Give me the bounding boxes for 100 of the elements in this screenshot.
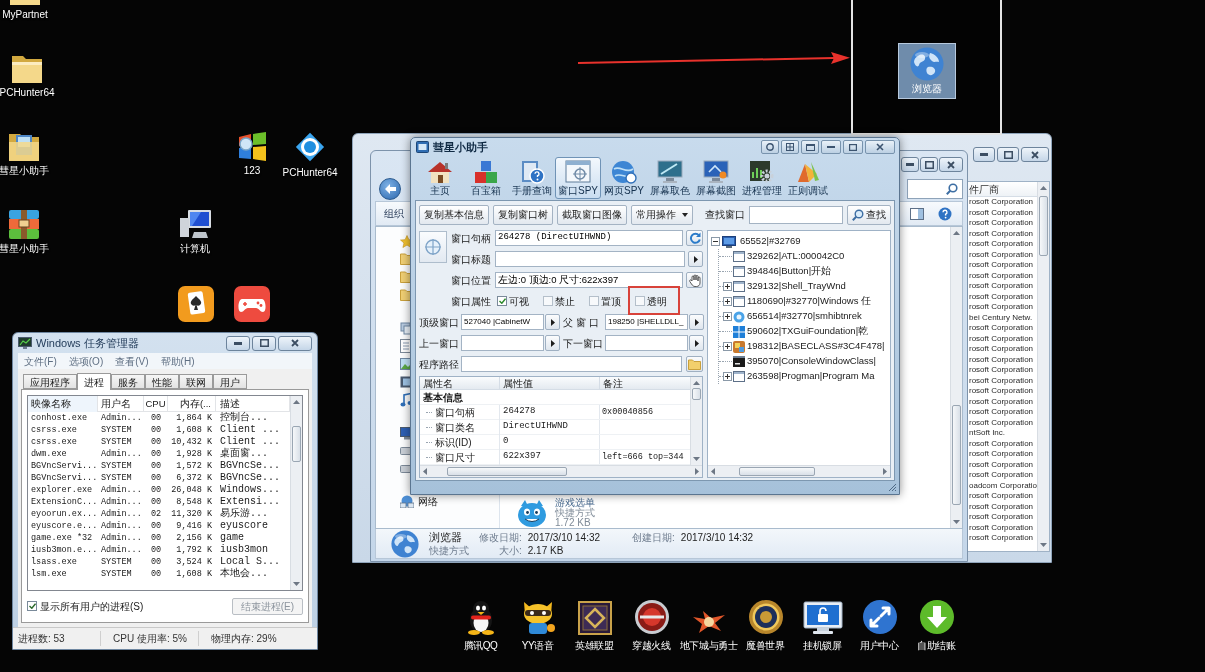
tab[interactable]: 应用程序 — [23, 374, 77, 389]
scrollbar[interactable] — [950, 227, 962, 528]
preview-pane-button[interactable] — [908, 205, 926, 222]
action-button[interactable]: 复制基本信息 — [419, 204, 489, 225]
menu-item[interactable]: 帮助(H) — [160, 353, 195, 369]
scroll-thumb[interactable] — [447, 467, 567, 476]
text-field[interactable]: 527040 |CabinetW — [461, 314, 544, 330]
toolbar-button[interactable]: 百宝箱 — [463, 157, 509, 199]
hand-button[interactable] — [686, 272, 703, 288]
tree-item[interactable]: 65552|#32769 — [740, 234, 801, 249]
toolbar-button[interactable]: 正则调试 — [785, 157, 831, 199]
dock-item[interactable]: 用户中心 — [851, 596, 908, 652]
text-field[interactable]: 264278 (DirectUIHWND) — [495, 230, 683, 246]
menu-item[interactable]: 选项(O) — [68, 353, 104, 369]
text-field[interactable]: 198250 |SHELLDLL_ — [605, 314, 688, 330]
expand-icon[interactable] — [723, 297, 732, 306]
tree-item[interactable]: 198312|BASECLASS#3C4F478| — [747, 339, 885, 354]
action-button[interactable]: 复制窗口树 — [493, 204, 553, 225]
dock-item[interactable]: YY语音 — [509, 596, 566, 652]
tab[interactable]: 性能 — [145, 374, 179, 389]
scrollbar[interactable] — [290, 396, 302, 590]
back-button[interactable] — [379, 178, 401, 200]
find-button[interactable]: 查找 — [847, 204, 891, 225]
minimize-button[interactable] — [226, 335, 250, 351]
tree-item[interactable]: 656514|#32770|smhibtnrek — [747, 309, 862, 324]
toolbar-button[interactable]: 主页 — [417, 157, 463, 199]
minimize-button[interactable] — [901, 157, 919, 172]
text-field[interactable]: 左边:0 顶边:0 尺寸:622x397 — [495, 272, 683, 288]
scroll-thumb[interactable] — [1039, 196, 1049, 256]
scrollbar[interactable] — [690, 377, 702, 465]
nav-item[interactable]: 网络 — [418, 493, 438, 509]
menu-item[interactable]: 文件(F) — [24, 353, 57, 369]
expand-icon[interactable] — [723, 342, 732, 351]
column-header[interactable]: 属性名 — [420, 377, 500, 389]
checkbox[interactable] — [589, 296, 599, 306]
search-field[interactable] — [749, 205, 843, 224]
scrollbar[interactable] — [420, 465, 702, 477]
maximize-button[interactable] — [843, 140, 863, 154]
tab[interactable]: 进程 — [77, 373, 111, 390]
tab[interactable]: 服务 — [111, 374, 145, 389]
close-button[interactable] — [939, 157, 963, 172]
dock-item[interactable]: 挂机锁屏 — [794, 596, 851, 652]
titlebar-button[interactable] — [761, 140, 779, 154]
column-header[interactable]: 内存(... — [168, 395, 216, 412]
expand-icon[interactable] — [723, 312, 732, 321]
close-button[interactable] — [1021, 147, 1049, 162]
close-button[interactable] — [278, 335, 312, 351]
minimize-button[interactable] — [821, 140, 841, 154]
tree-item[interactable]: 329132|Shell_TrayWnd — [747, 279, 846, 294]
refresh-button[interactable] — [686, 230, 703, 246]
arrow-button[interactable] — [545, 314, 560, 330]
checkbox[interactable] — [497, 296, 507, 306]
scrollbar[interactable] — [1037, 182, 1050, 551]
toolbar-button[interactable]: 进程管理 — [739, 157, 785, 199]
dock-item[interactable]: 腾讯QQ — [452, 596, 509, 652]
tree-item[interactable]: 394846|Button|开始 — [747, 264, 832, 279]
column-header[interactable]: 用户名 — [98, 395, 144, 412]
arrow-button[interactable] — [688, 251, 703, 267]
arrow-button[interactable] — [545, 335, 560, 351]
column-header[interactable]: 备注 — [600, 377, 690, 389]
scroll-thumb[interactable] — [692, 388, 701, 400]
column-header[interactable]: CPU — [144, 395, 168, 412]
tab[interactable]: 用户 — [213, 374, 247, 389]
dropdown-button[interactable]: 常用操作 — [631, 204, 693, 225]
action-button[interactable]: 截取窗口图像 — [557, 204, 627, 225]
tree-item[interactable]: 590602|TXGuiFoundation|乾 — [747, 324, 869, 339]
maximize-button[interactable] — [252, 335, 276, 351]
titlebar-button[interactable] — [801, 140, 819, 154]
tree-item[interactable]: 329262|ATL:000042C0 — [747, 249, 845, 264]
tree-item[interactable]: 395070|ConsoleWindowClass| — [747, 354, 877, 369]
arrow-button[interactable] — [689, 335, 704, 351]
toolbar-button[interactable]: 屏幕取色 — [647, 157, 693, 199]
arrow-button[interactable] — [689, 314, 704, 330]
titlebar-button[interactable] — [781, 140, 799, 154]
text-field[interactable] — [605, 335, 688, 351]
checkbox[interactable] — [543, 296, 553, 306]
toolbar-button[interactable]: 手册查询 — [509, 157, 555, 199]
scroll-thumb[interactable] — [292, 426, 301, 462]
toolbar-button[interactable]: 屏幕截图 — [693, 157, 739, 199]
text-field[interactable] — [495, 251, 685, 267]
close-button[interactable] — [865, 140, 895, 154]
column-header[interactable]: 映像名称 — [28, 395, 98, 412]
minimize-button[interactable] — [973, 147, 995, 162]
organize-button[interactable]: 组织 — [384, 206, 404, 221]
column-header[interactable]: 件厂商 — [967, 182, 1038, 197]
dock-item[interactable]: 自助结账 — [908, 596, 965, 652]
menu-item[interactable]: 查看(V) — [115, 353, 149, 369]
search-field[interactable] — [907, 179, 963, 199]
checkbox[interactable] — [635, 296, 645, 306]
tree-item[interactable]: 1180690|#32770|Windows 任 — [747, 294, 872, 309]
maximize-button[interactable] — [920, 157, 938, 172]
expand-icon[interactable] — [723, 372, 732, 381]
checkbox[interactable] — [27, 601, 37, 611]
tab[interactable]: 联网 — [179, 374, 213, 389]
expand-icon[interactable] — [723, 282, 732, 291]
help-button[interactable] — [936, 205, 954, 222]
maximize-button[interactable] — [997, 147, 1019, 162]
scroll-thumb[interactable] — [952, 405, 961, 505]
scrollbar[interactable] — [708, 465, 890, 477]
dock-item[interactable]: 地下城与勇士 — [680, 596, 737, 652]
